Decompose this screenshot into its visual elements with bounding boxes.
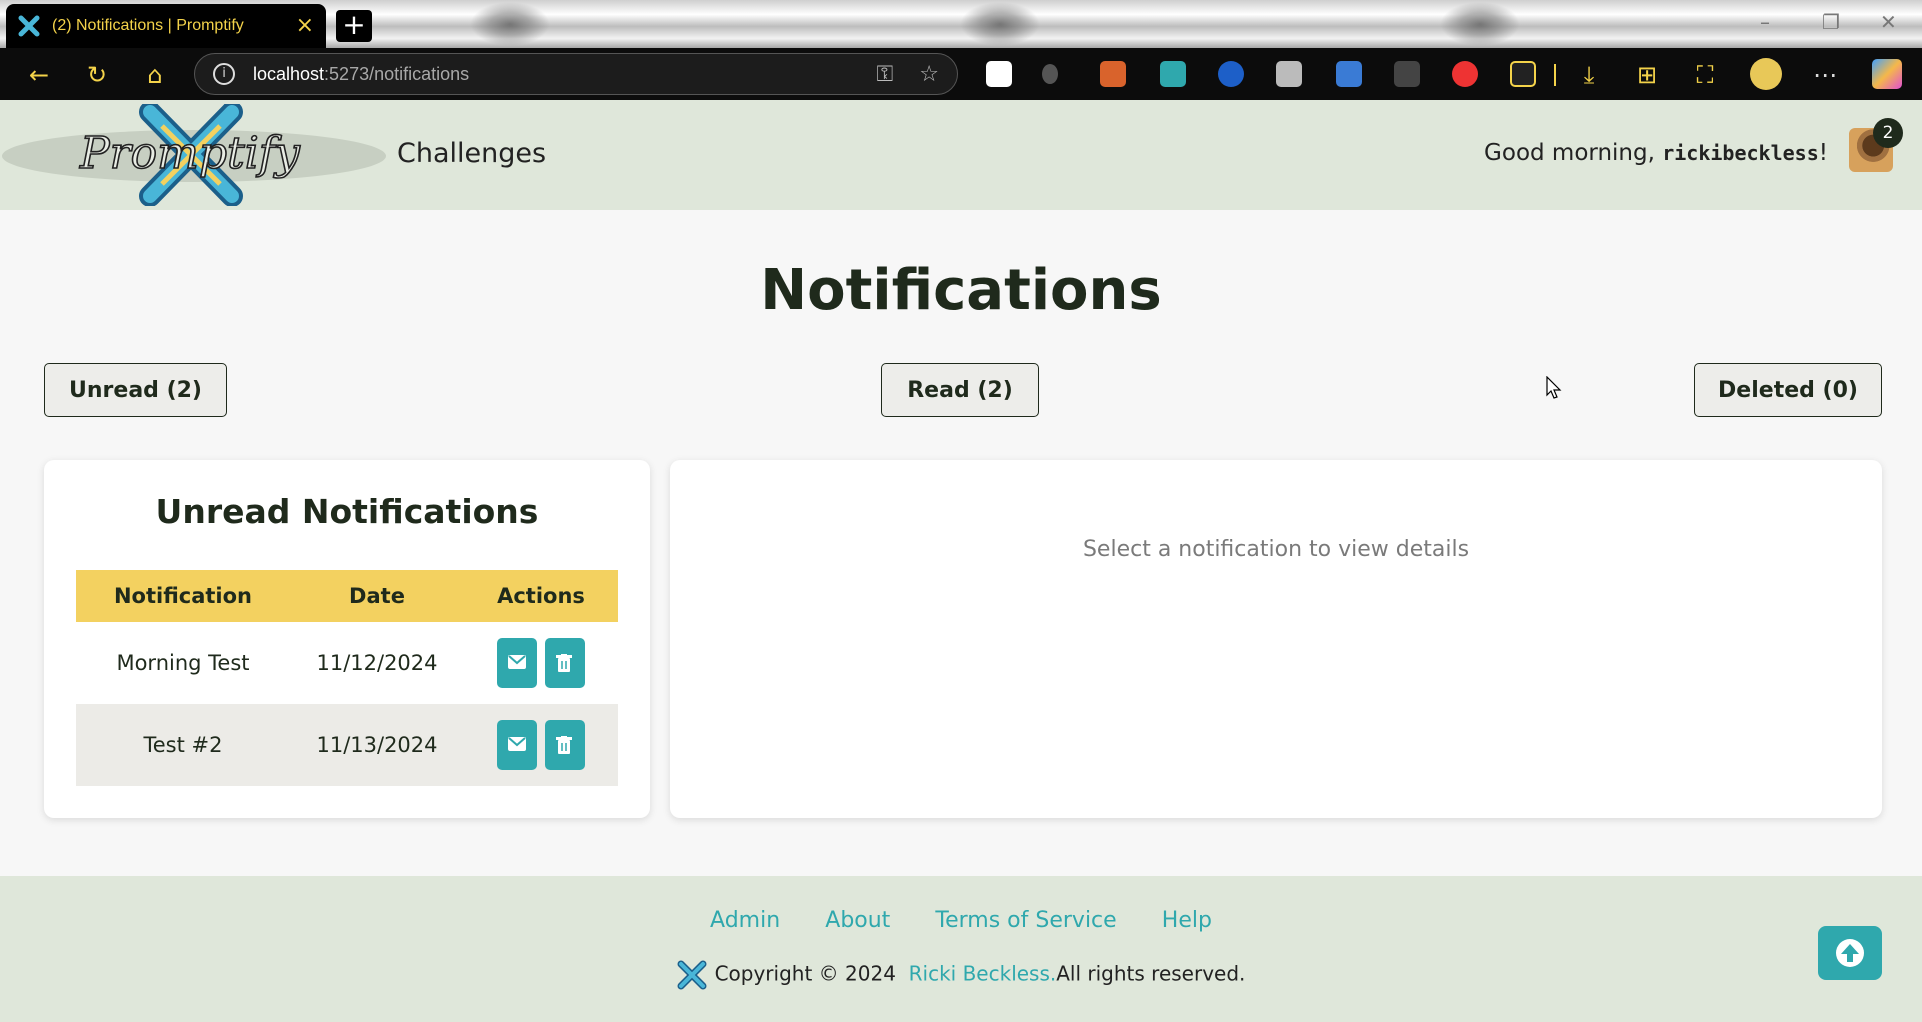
toolbar-separator xyxy=(1554,64,1556,86)
extension-fox-icon[interactable] xyxy=(1100,61,1126,87)
scroll-to-top-button[interactable] xyxy=(1818,926,1882,980)
profile-avatar[interactable] xyxy=(1750,58,1782,90)
back-icon[interactable]: ← xyxy=(24,60,54,90)
column-header: Date xyxy=(290,570,464,622)
mark-read-button[interactable] xyxy=(497,720,537,770)
delete-button[interactable] xyxy=(545,638,585,688)
info-icon[interactable]: i xyxy=(213,63,235,85)
extensions-puzzle-icon[interactable] xyxy=(1510,61,1536,87)
notification-name[interactable]: Morning Test xyxy=(76,622,290,704)
copyright: Copyright © 2024 Ricki Beckless.All righ… xyxy=(0,960,1922,990)
greeting-username: rickibeckless xyxy=(1662,141,1819,165)
copyright-text: Copyright © 2024 xyxy=(714,961,896,986)
browser-toolbar: ← ↻ ⌂ i localhost :5273/notifications ⚿ … xyxy=(0,48,1922,100)
promptify-logo[interactable]: Promptify xyxy=(0,104,388,206)
unread-filter-button[interactable]: Unread (2) xyxy=(44,363,227,417)
key-icon[interactable]: ⚿ xyxy=(877,62,894,87)
notification-date: 11/12/2024 xyxy=(316,651,438,675)
table-row[interactable]: Morning Test 11/12/2024 xyxy=(76,622,618,704)
refresh-icon[interactable]: ↻ xyxy=(82,60,112,90)
page-title: Notifications xyxy=(760,258,1162,323)
titlebar-decoration xyxy=(470,2,550,46)
column-header: Notification xyxy=(76,570,290,622)
list-title: Unread Notifications xyxy=(155,492,539,531)
url-path: :5273/notifications xyxy=(324,63,470,84)
notification-count-badge: 2 xyxy=(1873,118,1903,148)
greeting: Good morning, rickibeckless! xyxy=(1484,140,1828,166)
footer-link-help[interactable]: Help xyxy=(1162,908,1212,933)
footer-link-admin[interactable]: Admin xyxy=(710,908,780,933)
trash-icon xyxy=(556,654,572,672)
download-icon[interactable]: ⤓ xyxy=(1574,60,1604,90)
brand-text: Promptify xyxy=(79,128,301,179)
extension-blue-icon[interactable] xyxy=(1218,61,1244,87)
page-footer xyxy=(0,876,1922,1022)
mark-read-button[interactable] xyxy=(497,638,537,688)
notification-date: 11/13/2024 xyxy=(290,704,464,786)
notification-name[interactable]: Test #2 xyxy=(76,704,290,786)
row-actions xyxy=(464,622,618,704)
footer-links: Admin About Terms of Service Help xyxy=(0,908,1922,933)
camera-icon[interactable] xyxy=(1276,61,1302,87)
nav-challenges-link[interactable]: Challenges xyxy=(397,138,546,169)
extension-bug-icon[interactable] xyxy=(1042,64,1058,84)
extension-upload-icon[interactable] xyxy=(1336,61,1362,87)
copilot-icon[interactable] xyxy=(1872,59,1902,89)
url-host: localhost xyxy=(253,63,325,84)
footer-link-terms[interactable]: Terms of Service xyxy=(935,908,1116,933)
minimize-icon[interactable]: – xyxy=(1760,10,1770,34)
browser-tab[interactable]: (2) Notifications | Promptify × xyxy=(6,4,326,48)
close-window-icon[interactable]: ✕ xyxy=(1880,10,1897,34)
greeting-prefix: Good morning, xyxy=(1484,140,1663,166)
author-link[interactable]: Ricki Beckless. xyxy=(909,962,1057,986)
extension-stop-icon[interactable] xyxy=(1452,61,1478,87)
notification-detail-card xyxy=(670,460,1882,818)
screenshot-icon[interactable]: ⛶ xyxy=(1690,60,1720,90)
table-header-row: Notification Date Actions xyxy=(76,570,618,622)
table-row[interactable]: Test #2 11/13/2024 xyxy=(76,704,618,786)
tab-close-icon[interactable]: × xyxy=(296,15,314,37)
promptify-mini-logo-icon xyxy=(677,960,707,990)
row-actions xyxy=(464,704,618,786)
address-bar[interactable]: i localhost :5273/notifications ⚿ ☆ xyxy=(194,53,958,95)
collections-icon[interactable]: ⊞ xyxy=(1632,60,1662,90)
column-header: Actions xyxy=(464,570,618,622)
extension-circle-icon[interactable] xyxy=(1160,61,1186,87)
envelope-icon xyxy=(508,737,526,751)
notifications-table: Notification Date Actions Morning Test 1… xyxy=(76,570,618,786)
detail-placeholder: Select a notification to view details xyxy=(1082,537,1470,562)
trash-icon xyxy=(556,736,572,754)
titlebar-decoration xyxy=(1440,2,1520,46)
tab-title: (2) Notifications | Promptify xyxy=(52,17,244,34)
delete-button[interactable] xyxy=(545,720,585,770)
envelope-icon xyxy=(508,655,526,669)
read-filter-button[interactable]: Read (2) xyxy=(881,363,1039,417)
new-tab-button[interactable]: + xyxy=(336,10,372,42)
extension-br-icon[interactable] xyxy=(986,61,1012,87)
deleted-filter-button[interactable]: Deleted (0) xyxy=(1694,363,1882,417)
home-icon[interactable]: ⌂ xyxy=(140,60,170,90)
more-icon[interactable]: ⋯ xyxy=(1810,60,1840,90)
titlebar-decoration xyxy=(960,2,1040,46)
arrow-up-circle-icon xyxy=(1836,939,1864,967)
maximize-icon[interactable]: ❐ xyxy=(1822,10,1840,34)
footer-link-about[interactable]: About xyxy=(825,908,890,933)
greeting-suffix: ! xyxy=(1818,140,1828,166)
mouse-cursor-icon xyxy=(1546,376,1562,399)
star-icon[interactable]: ☆ xyxy=(919,62,939,87)
extension-glasses-icon[interactable] xyxy=(1394,61,1420,87)
promptify-favicon-icon xyxy=(18,15,40,37)
rights-text: All rights reserved. xyxy=(1056,961,1246,986)
